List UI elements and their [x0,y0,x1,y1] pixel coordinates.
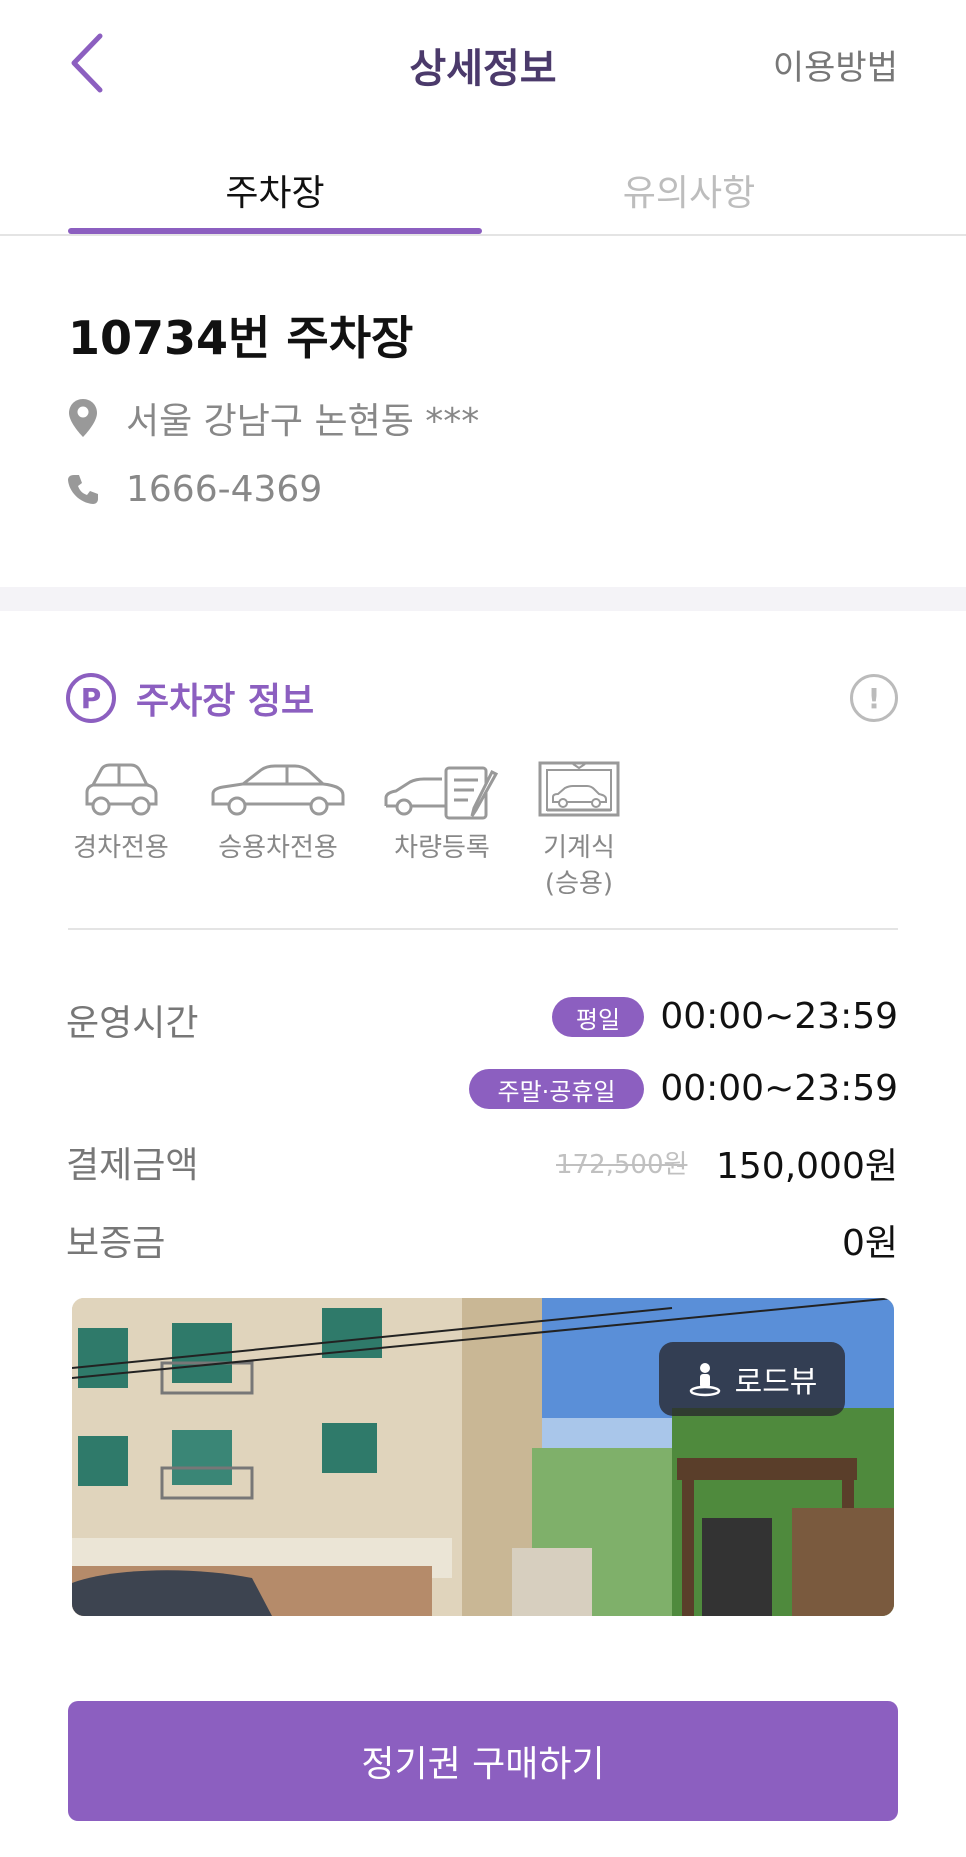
address-text: 서울 강남구 논현동 *** [126,401,480,442]
section-separator [0,587,966,611]
mechanical-parking-icon [538,761,620,817]
feature-mechanical-parking: 기계식 (승용) [524,760,634,902]
roadview-button[interactable]: 로드뷰 [659,1342,845,1416]
weekday-badge: 평일 [552,997,644,1037]
divider [68,928,898,930]
weekend-holiday-badge: 주말·공휴일 [469,1069,644,1109]
feature-compact-car: 경차전용 [66,760,176,866]
sedan-car-icon [211,764,345,816]
phone-row[interactable]: 1666-4369 [66,468,322,510]
phone-number[interactable]: 1666-4369 [126,469,322,510]
app-header: 상세정보 이용방법 [0,0,966,125]
parking-lot-photo[interactable]: 로드뷰 [72,1298,894,1616]
roadview-label: 로드뷰 [734,1365,818,1400]
tab-parking-lot[interactable]: 주차장 [68,164,482,216]
tab-notice[interactable]: 유의사항 [482,164,896,216]
parking-p-icon: P [66,673,116,723]
parking-lot-name: 10734번 주차장 [68,311,414,365]
weekend-hours: 00:00~23:59 [660,1068,898,1109]
roadview-person-icon [689,1363,720,1397]
deposit-amount: 0원 [841,1223,898,1264]
tab-bar: 주차장 유의사항 [0,140,966,236]
feature-sedan: 승용차전용 [208,760,348,866]
section-title: 주차장 정보 [136,681,315,722]
feature-sublabel: (승용) [544,869,614,899]
compact-car-icon [85,763,158,816]
exclamation-info-icon[interactable]: ! [850,674,898,722]
phone-icon [66,468,100,510]
feature-label: 기계식 [543,833,615,863]
weekday-hours: 00:00~23:59 [660,996,898,1037]
payment-price: 150,000원 [716,1146,898,1187]
operating-hours-label: 운영시간 [66,1003,199,1044]
how-to-use-link[interactable]: 이용방법 [773,40,898,89]
deposit-label: 보증금 [66,1223,166,1264]
address-row: 서울 강남구 논현동 *** [66,392,479,444]
feature-label: 차량등록 [394,833,490,863]
parking-info-header: P 주차장 정보 [66,672,314,724]
location-pin-icon [66,397,100,439]
active-tab-indicator [68,228,482,234]
feature-label: 승용차전용 [218,833,338,863]
car-registration-icon [384,766,499,820]
purchase-pass-button[interactable]: 정기권 구매하기 [68,1701,898,1821]
feature-car-registration: 차량등록 [382,760,502,866]
feature-label: 경차전용 [73,833,169,863]
payment-amount-label: 결제금액 [66,1145,199,1186]
original-price: 172,500원 [556,1150,688,1180]
